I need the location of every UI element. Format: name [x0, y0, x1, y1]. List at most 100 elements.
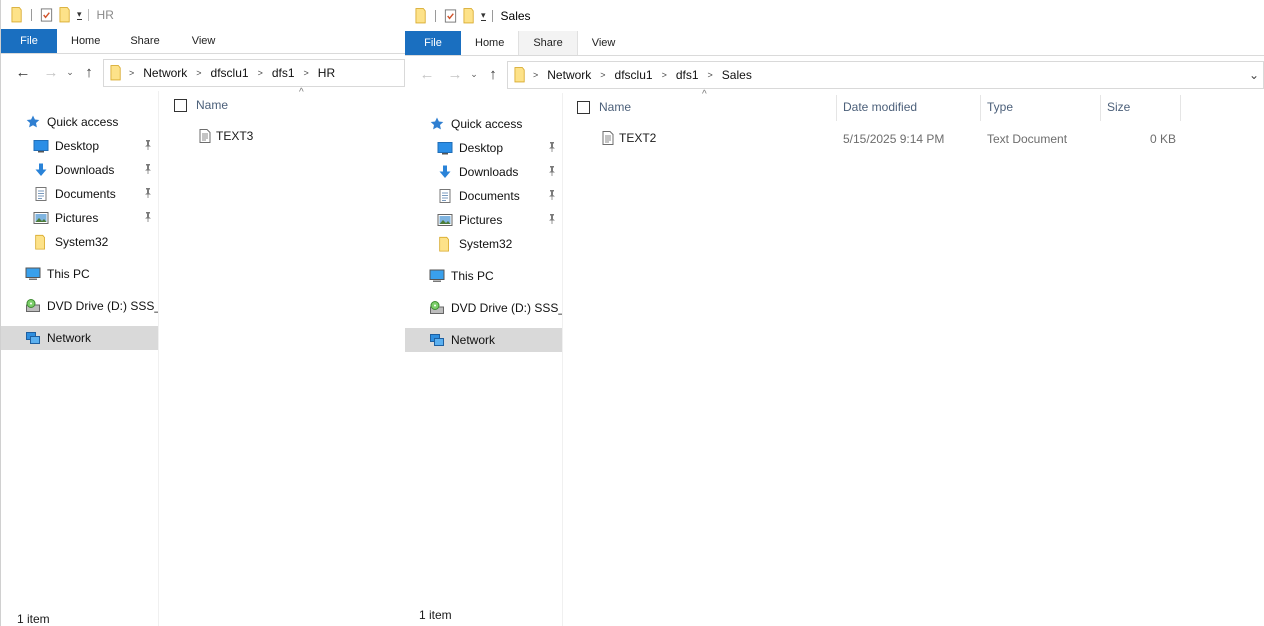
breadcrumb-dfsclu1[interactable]: dfsclu1	[211, 66, 249, 80]
column-header-name[interactable]: Name	[577, 93, 631, 121]
sort-ascending-icon: ^	[299, 87, 304, 98]
breadcrumb-network[interactable]: Network	[547, 68, 591, 82]
customize-toolbar-icon[interactable]: ▾	[481, 10, 486, 21]
nav-downloads[interactable]: Downloads	[405, 160, 562, 184]
tab-share[interactable]: Share	[518, 31, 578, 55]
address-bar[interactable]: > Network > dfsclu1 > dfs1 > HR	[103, 58, 405, 87]
back-arrow-icon[interactable]: ←	[11, 61, 35, 85]
nav-quick-access[interactable]: Quick access	[405, 112, 562, 136]
column-header-name[interactable]: Name	[174, 91, 228, 119]
nav-downloads[interactable]: Downloads	[1, 158, 158, 182]
computer-icon	[25, 266, 41, 282]
title-bar: ▾ Sales	[405, 0, 1264, 31]
forward-arrow-icon[interactable]: →	[39, 61, 63, 85]
column-header-size[interactable]: Size	[1107, 93, 1130, 121]
file-row[interactable]: TEXT3	[197, 124, 253, 148]
tab-share[interactable]: Share	[114, 29, 175, 53]
tab-view[interactable]: View	[176, 29, 230, 53]
breadcrumb-hr[interactable]: HR	[318, 66, 335, 80]
column-divider[interactable]	[836, 95, 837, 121]
nav-desktop[interactable]: Desktop	[1, 134, 158, 158]
nav-label: DVD Drive (D:) SSS_X6	[451, 301, 562, 315]
folder-icon	[437, 236, 453, 252]
column-header-date-modified[interactable]: Date modified	[843, 93, 917, 121]
nav-dvd-drive[interactable]: DVD Drive (D:) SSS_X6	[1, 294, 158, 318]
pin-icon	[548, 166, 556, 176]
address-bar[interactable]: > Network > dfsclu1 > dfs1 > Sales ⌄	[507, 60, 1264, 89]
chevron-right-icon[interactable]: >	[662, 70, 667, 80]
nav-this-pc[interactable]: This PC	[1, 262, 158, 286]
ribbon-tabs: File Home Share View	[1, 29, 405, 54]
nav-desktop[interactable]: Desktop	[405, 136, 562, 160]
back-arrow-icon[interactable]: ←	[415, 63, 439, 87]
recent-locations-chevron-icon[interactable]: ⌄	[63, 61, 77, 85]
desktop-icon	[33, 138, 49, 154]
computer-icon	[429, 268, 445, 284]
column-header-type[interactable]: Type	[987, 93, 1013, 121]
folder-icon[interactable]	[11, 6, 24, 23]
breadcrumb-sales[interactable]: Sales	[722, 68, 752, 82]
navigation-bar: ← → ⌄ ↑ > Network > dfsclu1 > dfs1 > HR	[1, 54, 405, 91]
text-file-icon	[197, 128, 213, 144]
nav-label: This PC	[451, 269, 494, 283]
nav-documents[interactable]: Documents	[405, 184, 562, 208]
nav-this-pc[interactable]: This PC	[405, 264, 562, 288]
properties-icon[interactable]	[39, 7, 54, 23]
star-icon	[25, 114, 41, 130]
chevron-right-icon[interactable]: >	[708, 70, 713, 80]
folder-icon[interactable]	[415, 7, 428, 24]
nav-pictures[interactable]: Pictures	[405, 208, 562, 232]
column-divider[interactable]	[980, 95, 981, 121]
chevron-right-icon[interactable]: >	[196, 68, 201, 78]
new-folder-icon[interactable]	[463, 7, 476, 24]
nav-label: Desktop	[459, 141, 504, 155]
up-arrow-icon[interactable]: ↑	[77, 61, 101, 85]
nav-network[interactable]: Network	[1, 326, 158, 350]
nav-system32[interactable]: System32	[1, 230, 158, 254]
explorer-body: Quick access Desktop Downloads Documents…	[1, 87, 405, 626]
pin-icon	[144, 140, 152, 150]
breadcrumb-dfs1[interactable]: dfs1	[676, 68, 699, 82]
network-icon	[25, 330, 41, 346]
nav-dvd-drive[interactable]: DVD Drive (D:) SSS_X6	[405, 296, 562, 320]
nav-label: Network	[451, 333, 496, 347]
recent-locations-chevron-icon[interactable]: ⌄	[467, 63, 481, 87]
nav-network[interactable]: Network	[405, 328, 562, 352]
breadcrumb-dfs1[interactable]: dfs1	[272, 66, 295, 80]
chevron-right-icon[interactable]: >	[533, 70, 538, 80]
tab-home[interactable]: Home	[57, 29, 114, 53]
column-divider[interactable]	[1180, 95, 1181, 121]
pin-icon	[144, 212, 152, 222]
select-all-checkbox[interactable]	[577, 100, 590, 114]
column-label: Name	[196, 98, 229, 112]
title-separator	[87, 8, 89, 21]
customize-toolbar-icon[interactable]: ▾	[77, 9, 82, 20]
chevron-right-icon[interactable]: >	[304, 68, 309, 78]
nav-quick-access[interactable]: Quick access	[1, 110, 158, 134]
nav-label: Downloads	[459, 165, 519, 179]
breadcrumb-dfsclu1[interactable]: dfsclu1	[615, 68, 653, 82]
pin-icon	[548, 190, 556, 200]
address-dropdown-icon[interactable]: ⌄	[1249, 68, 1259, 82]
navigation-pane: Quick access Desktop Downloads Documents…	[405, 93, 563, 626]
properties-icon[interactable]	[443, 8, 458, 24]
breadcrumb-network[interactable]: Network	[143, 66, 187, 80]
chevron-right-icon[interactable]: >	[600, 70, 605, 80]
dvd-drive-icon	[25, 298, 41, 314]
nav-documents[interactable]: Documents	[1, 182, 158, 206]
nav-pictures[interactable]: Pictures	[1, 206, 158, 230]
tab-view[interactable]: View	[578, 31, 630, 55]
nav-system32[interactable]: System32	[405, 232, 562, 256]
tab-file[interactable]: File	[405, 31, 461, 55]
up-arrow-icon[interactable]: ↑	[481, 63, 505, 87]
tab-home[interactable]: Home	[461, 31, 518, 55]
navigation-pane: Quick access Desktop Downloads Documents…	[1, 91, 159, 626]
chevron-right-icon[interactable]: >	[258, 68, 263, 78]
chevron-right-icon[interactable]: >	[129, 68, 134, 78]
select-all-checkbox[interactable]	[174, 98, 187, 112]
forward-arrow-icon[interactable]: →	[443, 63, 467, 87]
explorer-body: Quick access Desktop Downloads Documents…	[405, 89, 1264, 626]
tab-file[interactable]: File	[1, 29, 57, 53]
new-folder-icon[interactable]	[59, 6, 72, 23]
column-divider[interactable]	[1100, 95, 1101, 121]
